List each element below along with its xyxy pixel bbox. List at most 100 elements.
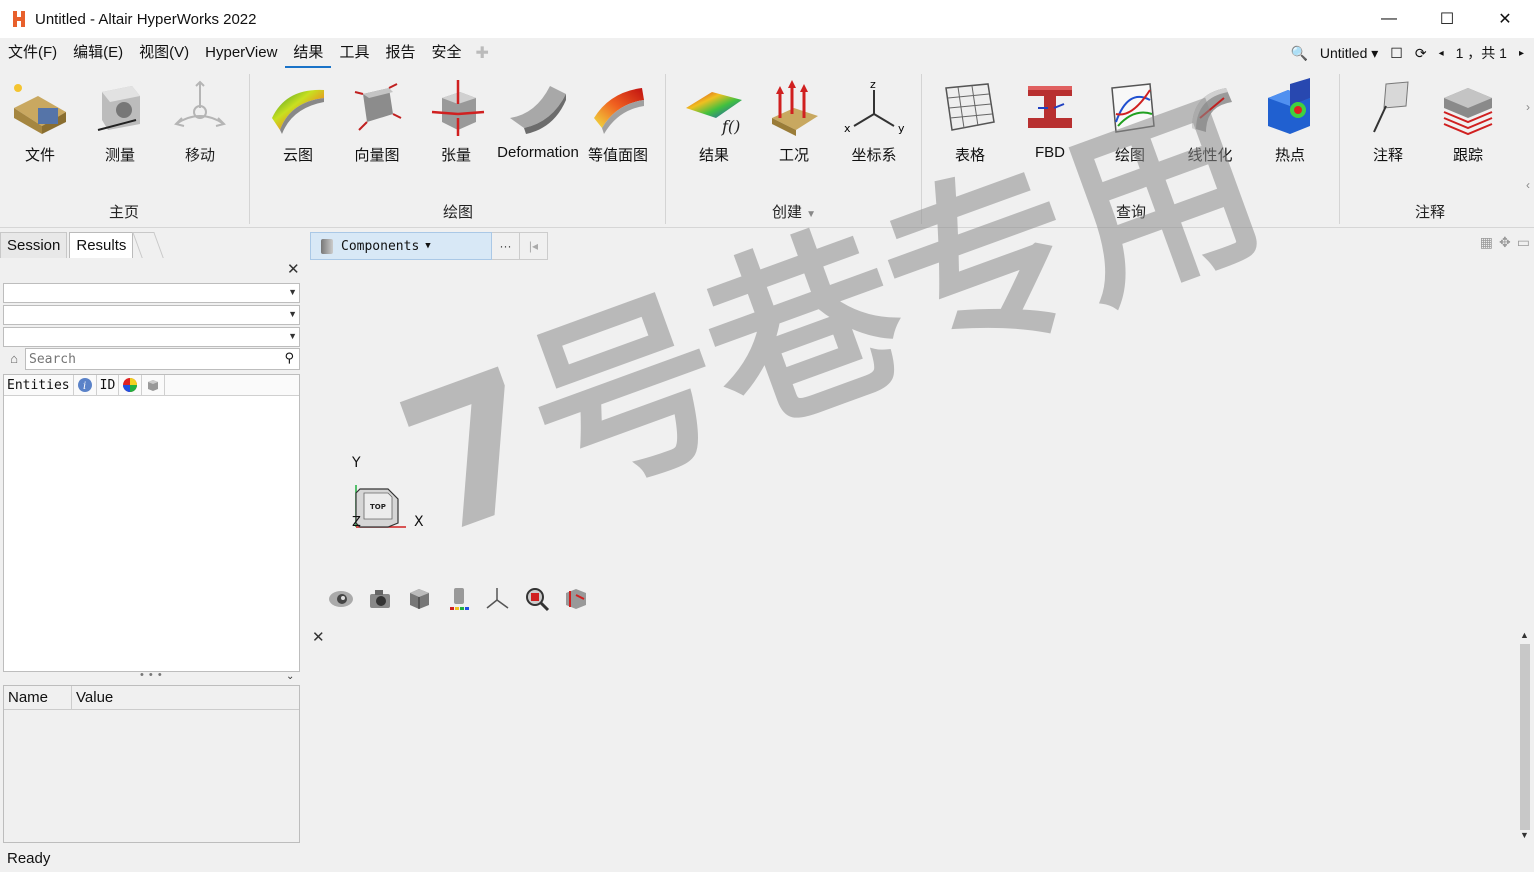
simulation-select[interactable]: ▼ [3,327,300,347]
ribbon-group-create: f() 结果 工况 z x y 坐标系 创建 ▼ [668,68,920,228]
menu-hyperview[interactable]: HyperView [197,38,285,68]
col-name: Name [4,686,72,709]
components-selector[interactable]: Components ▼ [310,232,492,260]
tool-file[interactable]: 文件 [0,78,80,164]
tool-vector[interactable]: 向量图 [337,78,417,164]
menu-report[interactable]: 报告 [377,38,423,68]
move-icon [174,80,226,127]
results-browser: ✕ ▼ ▼ ▼ ⌂ ⚲ Entities i ID • • • ⌄ Name V… [0,258,302,844]
close-button[interactable]: ✕ [1476,0,1534,38]
tab-add[interactable] [132,232,165,258]
section-cut-icon[interactable] [562,585,589,612]
tool-tensor-label: 张量 [440,147,471,164]
status-text: Ready [7,850,51,867]
grid-view-icon[interactable]: ▦ [1480,234,1493,251]
info-icon[interactable]: i [74,374,97,396]
session-dropdown[interactable]: Untitled ▾ [1320,45,1378,62]
ribbon-collapse-icon[interactable]: ‹ [1526,178,1530,192]
cube-icon[interactable] [142,374,166,396]
ribbon-group-query: 表格 FBD 绘图 线性化 热点 查询 [924,68,1338,228]
tool-plot[interactable]: 绘图 [1090,78,1170,164]
view-triad[interactable]: TOP Y X Z [348,455,438,535]
tool-note[interactable]: 注释 [1348,78,1428,164]
ribbon: 文件 测量 移动 主页 云图 向量图 张量 Deformation 等值面图 绘… [0,68,1534,228]
display-cube-icon[interactable] [406,585,433,612]
fbd-icon [1028,86,1072,128]
col-id[interactable]: ID [97,374,120,396]
chevron-down-icon: ▼ [288,331,297,341]
tool-result[interactable]: f() 结果 [674,78,754,164]
vertical-scrollbar[interactable]: ▲ ▼ [1518,630,1532,844]
ribbon-group-label-home: 主页 [108,204,139,221]
tool-table[interactable]: 表格 [930,78,1010,164]
component-icon [321,239,333,254]
tool-coordinate-system[interactable]: z x y 坐标系 [834,78,914,164]
scroll-up-icon[interactable]: ▲ [1520,630,1529,640]
search-icon[interactable]: ⚲ [284,350,294,366]
col-entities[interactable]: Entities [4,374,74,396]
search-input[interactable] [25,348,300,370]
tool-measure[interactable]: 测量 [80,78,160,164]
result-type-select[interactable]: ▼ [3,283,300,303]
color-wheel-icon[interactable] [119,374,143,396]
deformation-icon [510,86,566,134]
collapse-left-icon[interactable]: |◂ [519,232,548,260]
menu-file[interactable]: 文件(F) [0,38,65,68]
maximize-view-icon[interactable]: ▭ [1517,234,1530,251]
menu-tools[interactable]: 工具 [331,38,377,68]
more-options-button[interactable]: ··· [491,232,520,260]
ribbon-scroll-right-icon[interactable]: › [1526,100,1530,114]
graphics-viewport[interactable]: Components ▼ ··· |◂ ▦ ✥ ▭ [306,230,1534,844]
zoom-fit-icon[interactable] [523,585,550,612]
page-next-icon[interactable]: ▸ [1519,48,1524,59]
home-icon[interactable]: ⌂ [3,348,25,370]
tool-deformation-label: Deformation [497,144,579,161]
entity-selector-bar: Components ▼ ··· |◂ [310,232,548,260]
page-prev-icon[interactable]: ◂ [1439,48,1444,59]
menu-results[interactable]: 结果 [285,38,332,68]
tool-isosurface[interactable]: 等值面图 [578,78,658,164]
collapse-down-icon[interactable]: ⌄ [286,671,294,682]
tool-coordinate-system-label: 坐标系 [851,147,897,164]
close-icon[interactable]: ✕ [287,260,300,278]
scroll-down-icon[interactable]: ▼ [1520,830,1529,840]
page-add-icon[interactable]: ⟳ [1415,45,1427,62]
tool-loadcase[interactable]: 工况 [754,78,834,164]
tool-linearize[interactable]: 线性化 [1170,78,1250,164]
maximize-button[interactable]: ☐ [1418,0,1476,38]
tool-hotspot[interactable]: 热点 [1250,78,1330,164]
menu-security[interactable]: 安全 [423,38,469,68]
color-legend-icon[interactable] [445,585,472,612]
chevron-down-icon: ▼ [288,287,297,297]
viewport-corner-tools: ▦ ✥ ▭ [1480,234,1530,251]
ribbon-group-label-create[interactable]: 创建 ▼ [668,201,920,222]
minimize-button[interactable]: — [1360,0,1418,38]
tool-trace[interactable]: 跟踪 [1428,78,1508,164]
tool-fbd[interactable]: FBD [1010,78,1090,164]
tool-deformation[interactable]: Deformation [496,78,580,164]
subcase-select[interactable]: ▼ [3,305,300,325]
view-eye-icon[interactable] [328,585,355,612]
trace-icon [1443,88,1493,136]
create-dropdown-icon[interactable]: ▼ [806,209,816,220]
hyperworks-logo-icon [13,11,25,27]
ribbon-group-home: 文件 测量 移动 主页 [0,68,248,228]
page-layout-icon[interactable]: ☐ [1390,45,1403,62]
menu-edit[interactable]: 编辑(E) [65,38,131,68]
close-console-icon[interactable]: ✕ [312,628,325,646]
tool-tensor[interactable]: 张量 [416,78,496,164]
splitter-handle[interactable]: • • • [140,669,163,681]
search-icon[interactable]: 🔍 [1290,45,1307,62]
menu-view[interactable]: 视图(V) [131,38,197,68]
tab-results[interactable]: Results [69,232,134,258]
svg-text:y: y [898,122,905,135]
tool-contour[interactable]: 云图 [258,78,338,164]
axis-triad-icon[interactable] [484,585,511,612]
tab-session[interactable]: Session [0,232,68,258]
scrollbar-thumb[interactable] [1520,644,1530,830]
camera-icon[interactable] [367,585,394,612]
tool-move[interactable]: 移动 [160,78,240,164]
tensor-icon [431,80,485,136]
pan-move-icon[interactable]: ✥ [1499,234,1511,251]
add-ribbon-icon[interactable]: ✚ [469,43,494,63]
